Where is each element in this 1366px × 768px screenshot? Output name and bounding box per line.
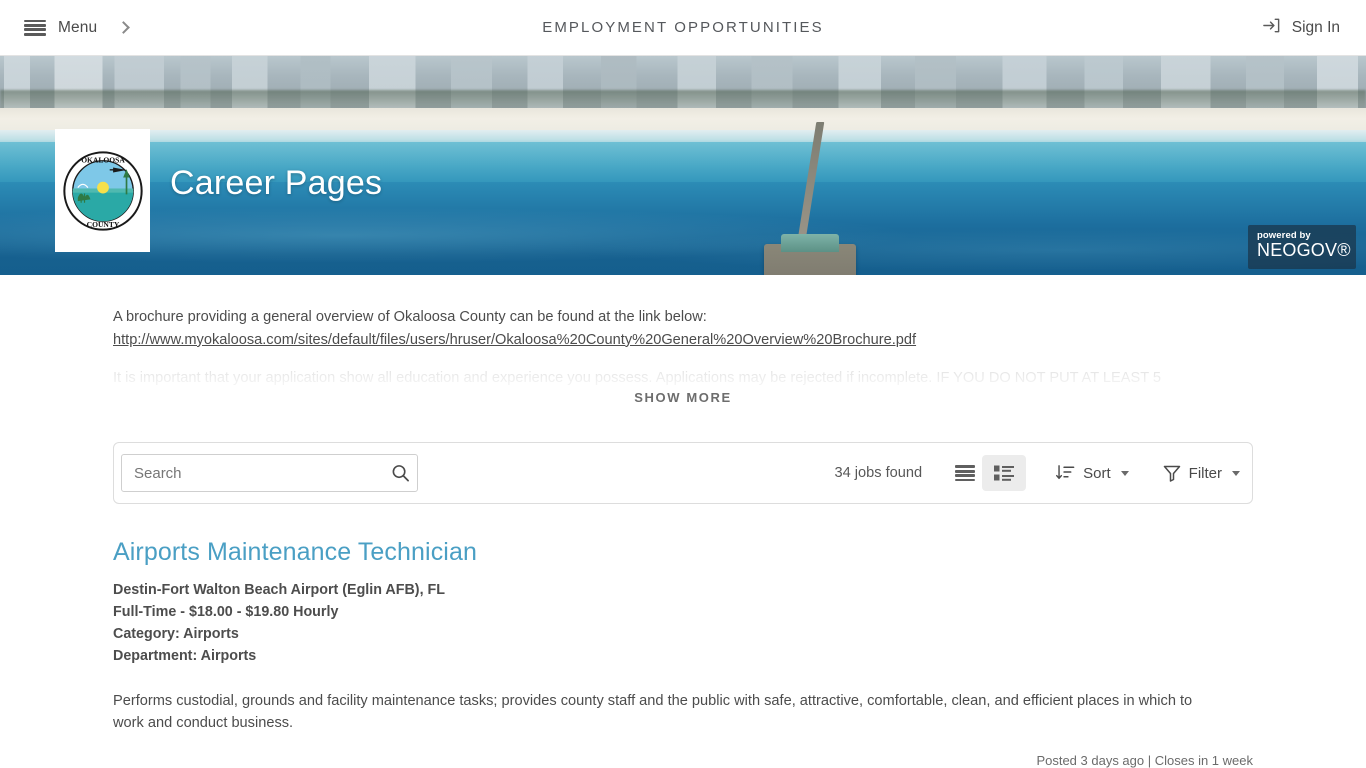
page-title: EMPLOYMENT OPPORTUNITIES [542,19,824,36]
intro-text: A brochure providing a general overview … [113,275,1253,350]
filter-label: Filter [1188,464,1222,482]
search-toolbar: 34 jobs found [113,442,1253,505]
chevron-right-icon [117,21,131,34]
filter-dropdown-button[interactable]: Filter [1159,458,1244,488]
svg-text:OKALOOSA: OKALOOSA [81,155,125,164]
search-button[interactable] [391,464,410,483]
list-view-button[interactable] [948,457,982,489]
job-posted-status: Posted 3 days ago | Closes in 1 week [1036,753,1253,768]
grid-view-button[interactable] [982,455,1027,492]
chevron-down-icon [1120,470,1129,476]
job-title-link[interactable]: Airports Maintenance Technician [113,538,477,567]
show-more-button[interactable]: SHOW MORE [113,390,1253,405]
search-box [121,454,418,493]
toolbar-controls: 34 jobs found Sort Filter [834,455,1245,492]
hero-banner: OKALOOSA COUNTY Career Pages powered by … [0,56,1366,275]
brochure-link[interactable]: http://www.myokaloosa.com/sites/default/… [113,330,1253,351]
okaloosa-county-seal-icon: OKALOOSA COUNTY [62,150,143,231]
svg-text:COUNTY: COUNTY [86,220,119,229]
jobs-found-count: 34 jobs found [834,465,923,482]
chevron-down-icon [1232,470,1240,476]
neogov-brand-label: NEOGOV® [1257,240,1351,260]
menu-button-label: Menu [58,18,98,36]
hamburger-icon [24,19,46,36]
job-location: Destin-Fort Walton Beach Airport (Eglin … [113,582,445,599]
sort-label: Sort [1083,464,1111,482]
collapsed-description: It is important that your application sh… [113,368,1253,415]
job-meta: Destin-Fort Walton Beach Airport (Eglin … [113,580,1253,667]
job-department: Department: Airports [113,647,257,664]
sort-descending-icon [1056,465,1075,480]
search-icon [392,465,409,482]
sign-in-icon [1262,16,1281,40]
top-navigation-bar: Menu EMPLOYMENT OPPORTUNITIES Sign In [0,0,1366,56]
job-category: Category: Airports [113,625,239,642]
list-view-icon [955,465,976,482]
grid-view-icon [994,465,1015,482]
job-description: Performs custodial, grounds and facility… [113,693,1193,732]
funnel-icon [1163,466,1180,483]
menu-button[interactable]: Menu [24,18,131,37]
sort-dropdown-button[interactable]: Sort [1052,458,1133,488]
county-logo-card: OKALOOSA COUNTY [55,129,150,252]
job-listing-item: Airports Maintenance Technician Destin-F… [113,504,1253,768]
neogov-badge: powered by NEOGOV® [1248,225,1356,269]
intro-line: A brochure providing a general overview … [113,309,707,325]
sign-in-button[interactable]: Sign In [1262,16,1340,40]
job-type-salary: Full-Time - $18.00 - $19.80 Hourly [113,604,339,621]
collapsed-description-text: It is important that your application sh… [113,370,1162,387]
search-input[interactable] [121,454,418,493]
main-content: A brochure providing a general overview … [0,275,1366,768]
hero-title: Career Pages [170,164,383,202]
sign-in-label: Sign In [1291,18,1340,36]
